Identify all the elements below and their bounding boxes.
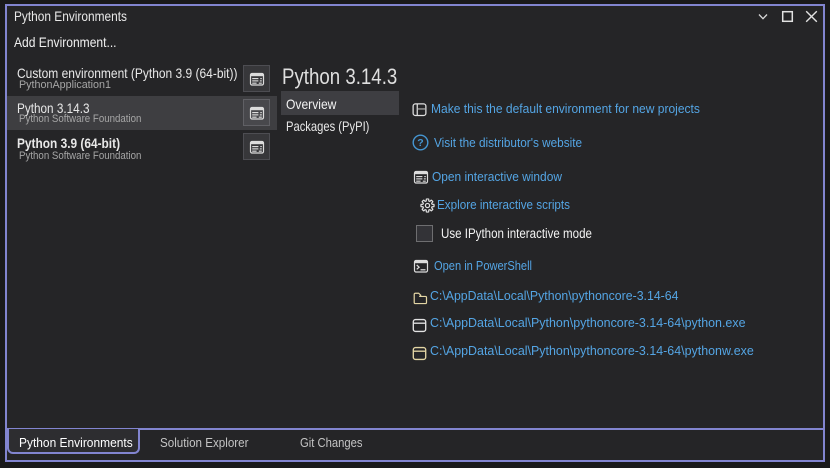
svg-text:?: ? xyxy=(417,137,423,149)
